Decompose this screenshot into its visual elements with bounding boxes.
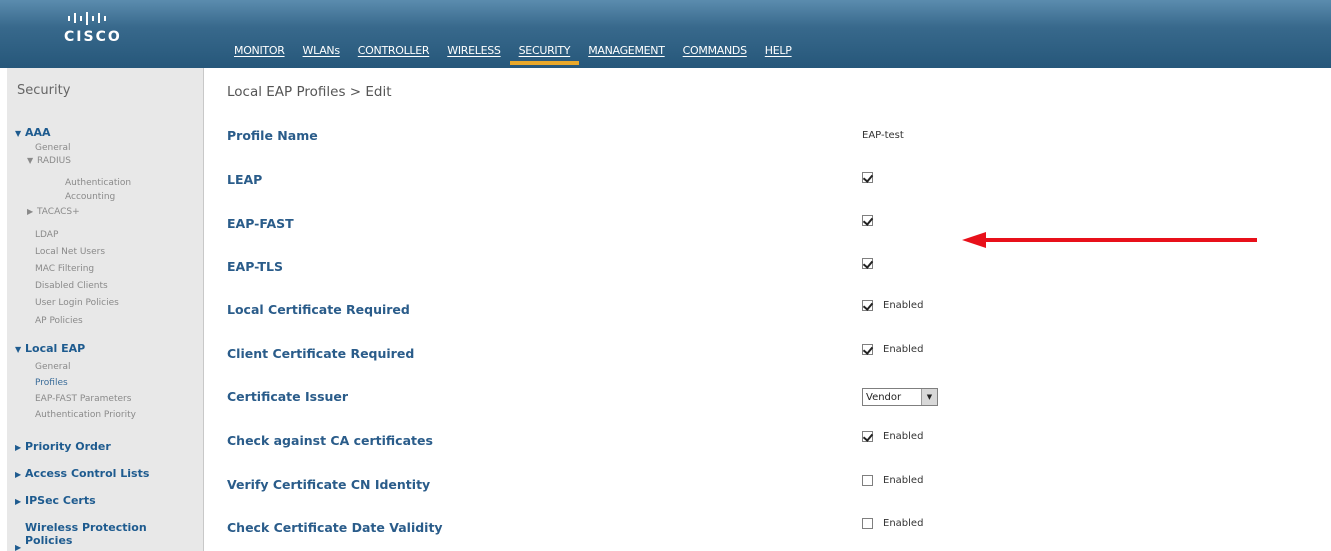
certificate-issuer-select[interactable]: Vendor ▼	[862, 388, 938, 406]
security-sidebar: Security ▼ AAA General ▼ RADIUS Authentica…	[7, 68, 204, 551]
client-certificate-required-checkbox[interactable]	[862, 344, 873, 355]
expanded-triangle-icon: ▼	[27, 156, 34, 165]
profile-name-text: EAP-test	[862, 130, 904, 141]
check-date-validity-label: Check Certificate Date Validity	[227, 520, 443, 535]
sidebar-item-eap-fast-parameters[interactable]: EAP-FAST Parameters	[35, 394, 131, 404]
cisco-logo: CISCO	[62, 10, 162, 62]
sidebar-title: Security	[17, 83, 71, 98]
check-ca-certificates-value: Enabled	[862, 431, 923, 442]
check-ca-certificates-label: Check against CA certificates	[227, 433, 433, 448]
certificate-issuer-selected: Vendor	[866, 391, 902, 403]
check-ca-certificates-enabled-text: Enabled	[883, 431, 924, 442]
profile-name-label: Profile Name	[227, 128, 318, 143]
eap-fast-checkbox[interactable]	[862, 215, 873, 226]
sidebar-item-radius[interactable]: ▼ RADIUS	[27, 156, 71, 166]
client-certificate-required-label: Client Certificate Required	[227, 346, 415, 361]
cisco-logo-bars-icon	[68, 10, 162, 26]
sidebar-item-local-net-users[interactable]: Local Net Users	[35, 247, 105, 257]
collapsed-triangle-icon: ▶	[15, 497, 22, 506]
menu-wlans[interactable]: WLANs	[294, 42, 349, 68]
eap-fast-value	[862, 215, 873, 226]
menu-commands[interactable]: COMMANDS	[674, 42, 756, 68]
eap-fast-label: EAP-FAST	[227, 216, 294, 231]
leap-checkbox[interactable]	[862, 172, 873, 183]
sidebar-item-disabled-clients[interactable]: Disabled Clients	[35, 281, 108, 291]
menu-management[interactable]: MANAGEMENT	[579, 42, 673, 68]
sidebar-item-ldap[interactable]: LDAP	[35, 230, 58, 240]
eap-tls-value	[862, 258, 873, 269]
sidebar-item-user-login-policies[interactable]: User Login Policies	[35, 298, 119, 308]
check-date-validity-value: Enabled	[862, 518, 923, 529]
sidebar-item-radius-authentication[interactable]: Authentication	[65, 178, 131, 188]
collapsed-triangle-icon: ▶	[27, 207, 34, 216]
sidebar-item-ipsec-certs[interactable]: ▶ IPSec Certs	[15, 494, 96, 507]
sidebar-item-local-eap[interactable]: ▼ Local EAP	[15, 342, 85, 355]
chevron-down-icon[interactable]: ▼	[921, 389, 937, 405]
local-certificate-required-enabled-text: Enabled	[883, 300, 924, 311]
sidebar-item-authentication-priority[interactable]: Authentication Priority	[35, 410, 136, 420]
collapsed-triangle-icon: ▶	[15, 543, 22, 551]
check-date-validity-enabled-text: Enabled	[883, 518, 924, 529]
local-certificate-required-checkbox[interactable]	[862, 300, 873, 311]
verify-cn-identity-checkbox[interactable]	[862, 475, 873, 486]
collapsed-triangle-icon: ▶	[15, 470, 22, 479]
eap-tls-label: EAP-TLS	[227, 259, 283, 274]
sidebar-item-aaa[interactable]: ▼ AAA	[15, 126, 51, 139]
expanded-triangle-icon: ▼	[15, 345, 22, 354]
local-certificate-required-value: Enabled	[862, 300, 923, 311]
sidebar-item-mac-filtering[interactable]: MAC Filtering	[35, 264, 94, 274]
sidebar-item-aaa-general[interactable]: General	[35, 143, 70, 153]
leap-label: LEAP	[227, 172, 263, 187]
expanded-triangle-icon: ▼	[15, 129, 22, 138]
certificate-issuer-value: Vendor ▼	[862, 388, 938, 406]
verify-cn-identity-label: Verify Certificate CN Identity	[227, 477, 431, 492]
menu-monitor[interactable]: MONITOR	[225, 42, 294, 68]
red-annotation-arrow-icon	[962, 232, 1257, 248]
sidebar-item-ap-policies[interactable]: AP Policies	[35, 316, 83, 326]
sidebar-item-tacacs[interactable]: ▶ TACACS+	[27, 207, 80, 217]
menu-wireless[interactable]: WIRELESS	[438, 42, 509, 68]
sidebar-item-access-control-lists[interactable]: ▶ Access Control Lists	[15, 467, 149, 480]
leap-value	[862, 172, 873, 183]
sidebar-item-local-eap-profiles[interactable]: Profiles	[35, 378, 68, 388]
menu-security[interactable]: SECURITY	[509, 42, 580, 68]
verify-cn-identity-value: Enabled	[862, 475, 923, 486]
menu-controller[interactable]: CONTROLLER	[349, 42, 438, 68]
main-menu: MONITOR WLANs CONTROLLER WIRELESS SECURI…	[225, 42, 801, 68]
profile-name-value: EAP-test	[862, 130, 904, 141]
sidebar-item-local-eap-general[interactable]: General	[35, 362, 70, 372]
check-ca-certificates-checkbox[interactable]	[862, 431, 873, 442]
client-certificate-required-value: Enabled	[862, 344, 923, 355]
sidebar-item-radius-accounting[interactable]: Accounting	[65, 192, 115, 202]
menu-help[interactable]: HELP	[756, 42, 801, 68]
check-date-validity-checkbox[interactable]	[862, 518, 873, 529]
sidebar-item-priority-order[interactable]: ▶ Priority Order	[15, 440, 111, 453]
eap-tls-checkbox[interactable]	[862, 258, 873, 269]
top-header: CISCO MONITOR WLANs CONTROLLER WIRELESS …	[0, 0, 1331, 68]
certificate-issuer-label: Certificate Issuer	[227, 389, 349, 404]
collapsed-triangle-icon: ▶	[15, 443, 22, 452]
page-title: Local EAP Profiles > Edit	[227, 84, 392, 100]
verify-cn-identity-enabled-text: Enabled	[883, 475, 924, 486]
local-certificate-required-label: Local Certificate Required	[227, 302, 410, 317]
client-certificate-required-enabled-text: Enabled	[883, 344, 924, 355]
cisco-logo-text: CISCO	[64, 29, 122, 45]
sidebar-item-wireless-protection-policies[interactable]: ▶Wireless Protection Policies	[15, 521, 147, 551]
